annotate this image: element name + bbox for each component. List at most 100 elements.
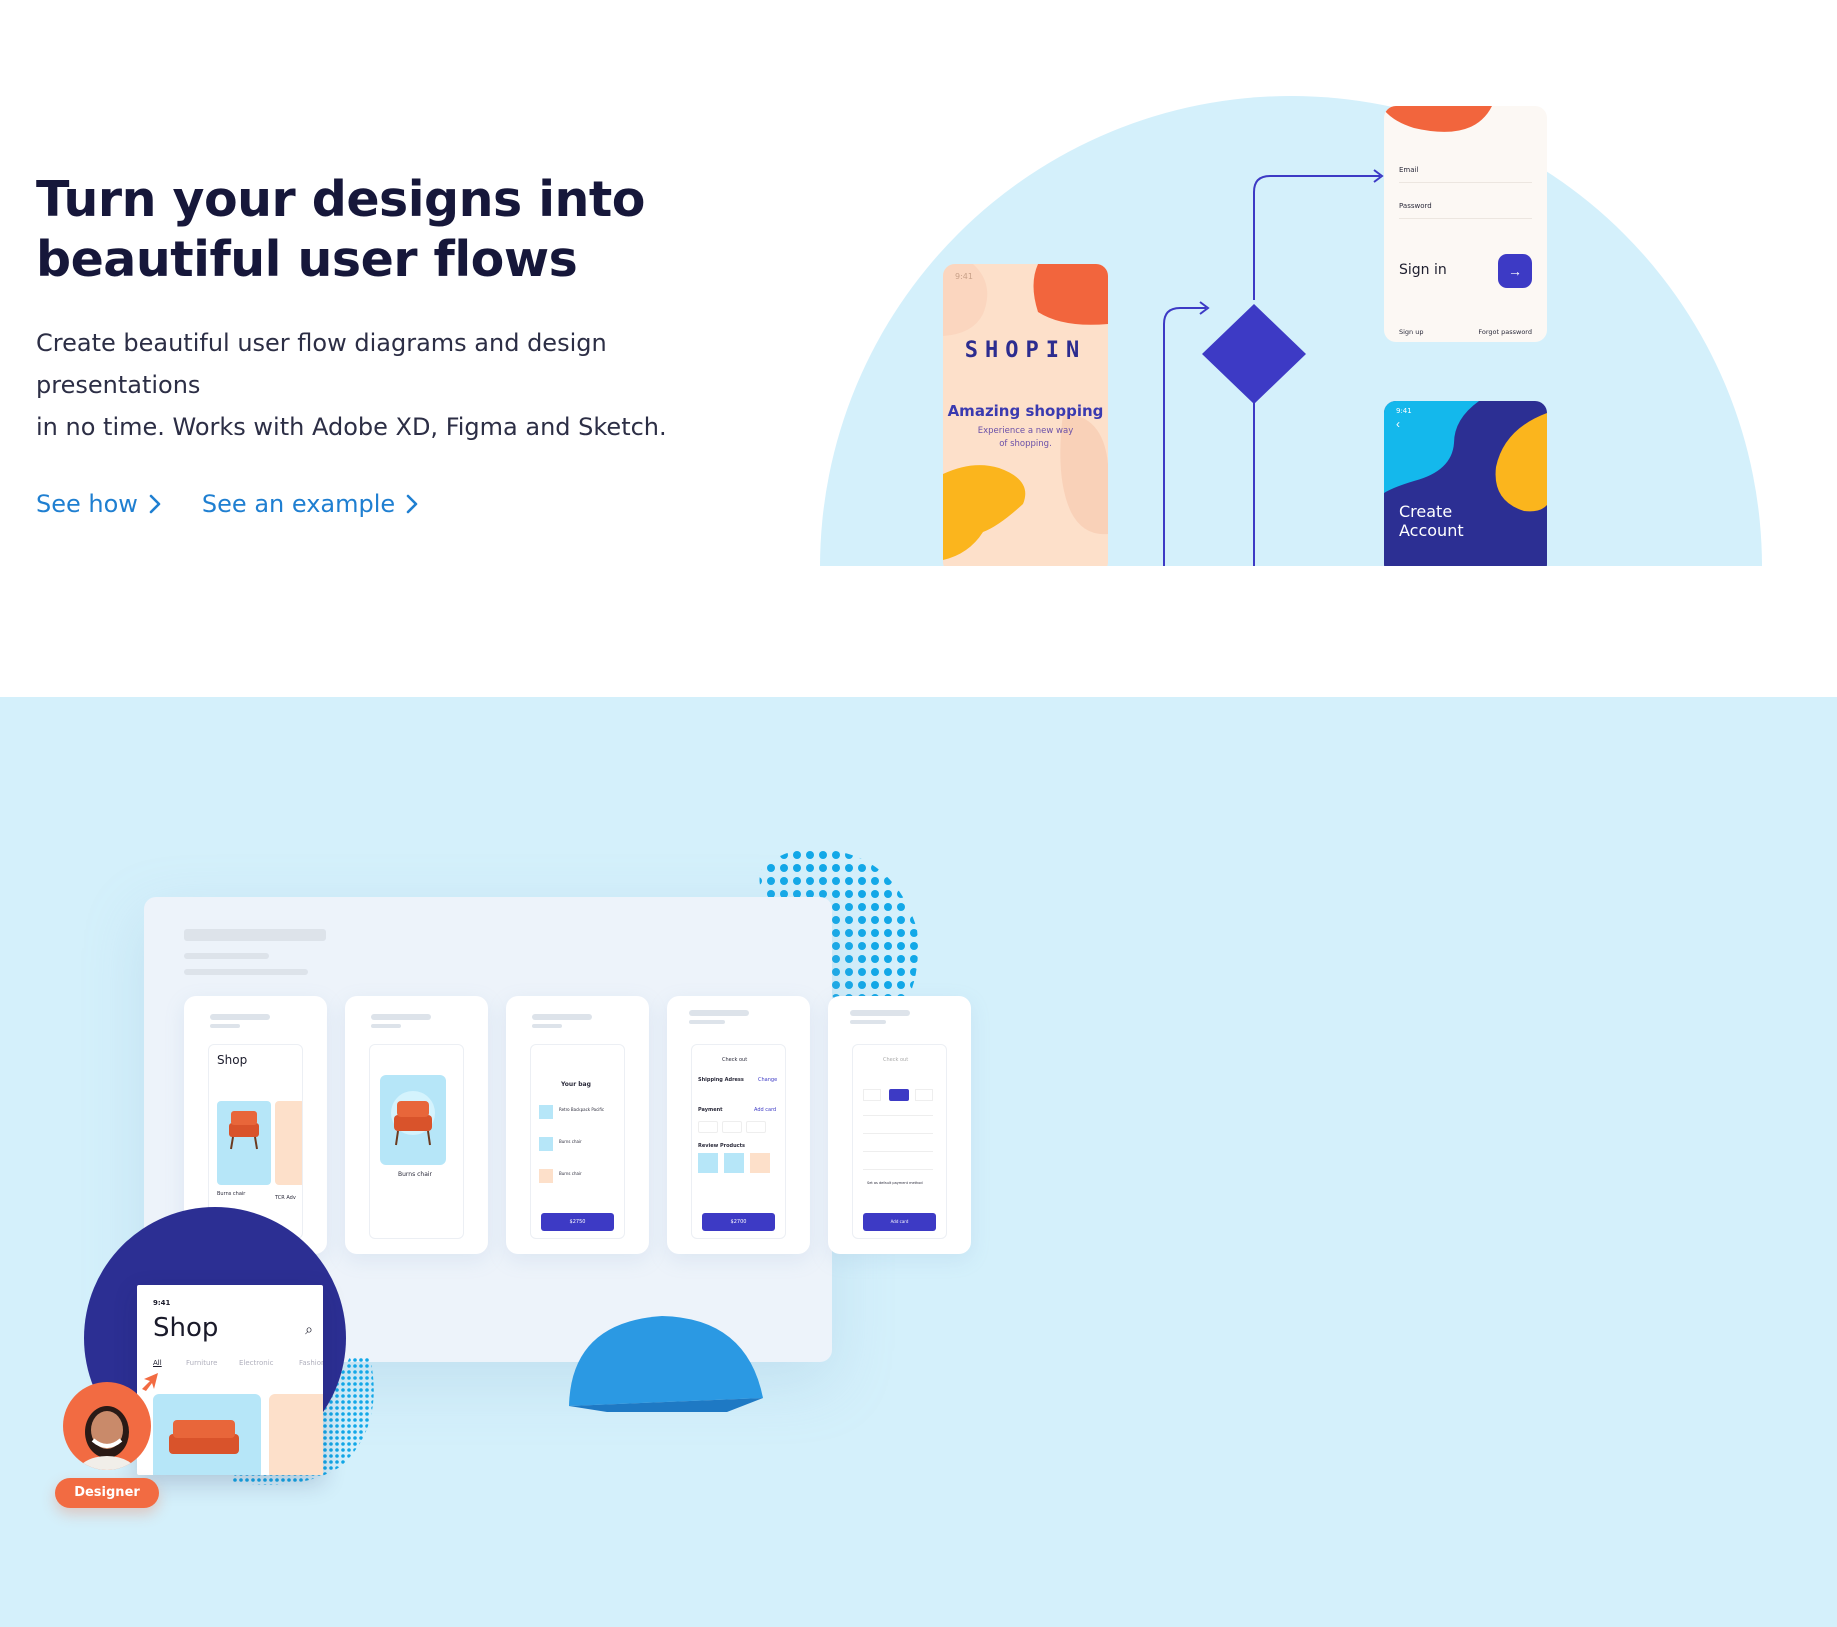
brand-logo: SHOPIN xyxy=(964,338,1087,363)
decision-diamond xyxy=(1202,304,1306,404)
item-name: Burns chair xyxy=(559,1139,582,1144)
shop-title: Shop xyxy=(153,1313,219,1343)
mastercard-icon[interactable] xyxy=(722,1121,742,1133)
mini-title: Check out xyxy=(722,1057,748,1063)
add-card-button[interactable]: Add card xyxy=(863,1213,936,1231)
card-title-placeholder xyxy=(371,1014,431,1020)
card-title-placeholder xyxy=(532,1024,562,1028)
coral-wave xyxy=(1384,106,1492,132)
mastercard-icon[interactable] xyxy=(889,1089,909,1101)
back-icon[interactable]: ‹ xyxy=(1396,417,1400,431)
chevron-right-icon xyxy=(406,494,418,514)
tab-furniture[interactable]: Furniture xyxy=(186,1359,217,1367)
add-card-link[interactable]: Add card xyxy=(754,1107,776,1113)
section-label: Shipping Adress xyxy=(698,1077,744,1083)
presentation-section: Shop Burns chair TCR Adv Burns chair You… xyxy=(0,697,1837,1627)
hero-title-line: beautiful user flows xyxy=(36,231,578,288)
password-field[interactable] xyxy=(1399,218,1532,219)
pay-button[interactable]: $2700 xyxy=(702,1213,775,1231)
user-flow-illustration: 9:41 SHOPIN Amazing shopping Experience … xyxy=(820,96,1762,566)
status-time: 9:41 xyxy=(955,272,973,281)
field-line[interactable] xyxy=(863,1133,933,1134)
create-label-line: Account xyxy=(1399,521,1464,540)
product-image xyxy=(380,1075,446,1165)
chair-icon xyxy=(229,1111,259,1150)
designer-badge: Designer xyxy=(55,1478,159,1508)
product-name: Burns chair xyxy=(217,1191,246,1197)
bag-mini-screen: Your bag Retro Backpack Pacific Burns ch… xyxy=(530,1044,625,1239)
section-label: Payment xyxy=(698,1107,723,1113)
signin-button[interactable]: → xyxy=(1498,254,1532,288)
see-how-label: See how xyxy=(36,490,138,518)
tab-electronic[interactable]: Electronic xyxy=(239,1359,274,1367)
item-thumb xyxy=(539,1169,553,1183)
shop-tagline-line: of shopping. xyxy=(999,439,1052,449)
card-title-placeholder xyxy=(850,1020,886,1024)
screen-card[interactable]: Burns chair xyxy=(345,996,488,1254)
section-label: Review Products xyxy=(698,1143,745,1149)
default-checkbox-label[interactable]: Set as default payment method xyxy=(867,1181,923,1185)
product-tile[interactable] xyxy=(269,1394,323,1475)
see-example-label: See an example xyxy=(201,490,396,518)
hero-title-line: Turn your designs into xyxy=(36,171,645,228)
avatar xyxy=(63,1382,151,1470)
cursor-icon xyxy=(142,1373,158,1391)
hero-subtitle-line: Create beautiful user flow diagrams and … xyxy=(36,329,607,399)
hero-subtitle-line: in no time. Works with Adobe XD, Figma a… xyxy=(36,413,667,441)
signin-label: Sign in xyxy=(1399,262,1447,278)
tab-all[interactable]: All xyxy=(153,1359,162,1367)
foreground-shop-phone: 9:41 Shop ⌕ All Furniture Electronic Fas… xyxy=(137,1285,323,1475)
product-name: Burns chair xyxy=(398,1171,433,1178)
blob-shapes xyxy=(1384,401,1547,512)
item-thumb xyxy=(539,1105,553,1119)
email-label: Email xyxy=(1399,166,1419,174)
search-icon[interactable]: ⌕ xyxy=(305,1321,313,1338)
checkout-mini-screen: Check out Shipping Adress Change Payment… xyxy=(691,1044,786,1239)
forgot-password-link[interactable]: Forgot password xyxy=(1478,328,1532,336)
item-name: Burns chair xyxy=(559,1171,582,1176)
shop-tagline-line: Experience a new way xyxy=(977,426,1074,436)
product-name: TCR Adv xyxy=(275,1195,296,1201)
shop-splash-screen: 9:41 SHOPIN Amazing shopping Experience … xyxy=(943,264,1108,566)
chair-icon xyxy=(391,1091,435,1146)
create-account-screen: 9:41 ‹ Create Account xyxy=(1384,401,1547,566)
mini-title: Check out xyxy=(883,1057,909,1063)
arrow-right-icon: → xyxy=(1508,263,1522,279)
visa-icon[interactable] xyxy=(915,1089,933,1101)
paypal-icon[interactable] xyxy=(863,1089,881,1101)
see-how-link[interactable]: See how xyxy=(36,490,162,518)
visa-icon[interactable] xyxy=(746,1121,766,1133)
payment-mini-screen: Check out Set as default payment method … xyxy=(852,1044,947,1239)
signup-link[interactable]: Sign up xyxy=(1399,328,1424,336)
status-time: 9:41 xyxy=(153,1299,171,1307)
signin-screen: Email Password Sign in → Sign up Forgot … xyxy=(1384,106,1547,342)
review-thumb xyxy=(724,1153,744,1173)
chair-icon xyxy=(169,1420,239,1454)
chevron-right-icon xyxy=(149,494,161,514)
shop-headline: Amazing shopping xyxy=(947,402,1104,420)
email-field[interactable] xyxy=(1399,182,1532,183)
review-thumb xyxy=(698,1153,718,1173)
field-line[interactable] xyxy=(863,1169,933,1170)
screen-card[interactable]: Check out Set as default payment method … xyxy=(828,996,971,1254)
see-example-link[interactable]: See an example xyxy=(202,490,419,518)
hero-subtitle: Create beautiful user flow diagrams and … xyxy=(36,322,756,448)
product-tile xyxy=(275,1101,302,1185)
create-label-line: Create xyxy=(1399,502,1453,521)
hero-title: Turn your designs into beautiful user fl… xyxy=(36,170,796,290)
field-line[interactable] xyxy=(863,1115,933,1116)
product-tile[interactable] xyxy=(153,1394,261,1475)
screen-card[interactable]: Your bag Retro Backpack Pacific Burns ch… xyxy=(506,996,649,1254)
screen-card[interactable]: Check out Shipping Adress Change Payment… xyxy=(667,996,810,1254)
card-title-placeholder xyxy=(210,1014,270,1020)
change-link[interactable]: Change xyxy=(758,1077,777,1083)
review-thumb xyxy=(750,1153,770,1173)
paypal-icon[interactable] xyxy=(698,1121,718,1133)
field-line[interactable] xyxy=(863,1151,933,1152)
tab-fashion[interactable]: Fashion xyxy=(299,1359,323,1367)
designer-portrait xyxy=(77,1406,137,1470)
card-title-placeholder xyxy=(689,1010,749,1016)
checkout-button[interactable]: $2750 xyxy=(541,1213,614,1231)
page: Turn your designs into beautiful user fl… xyxy=(0,0,1837,1627)
mini-title: Your bag xyxy=(561,1081,591,1088)
